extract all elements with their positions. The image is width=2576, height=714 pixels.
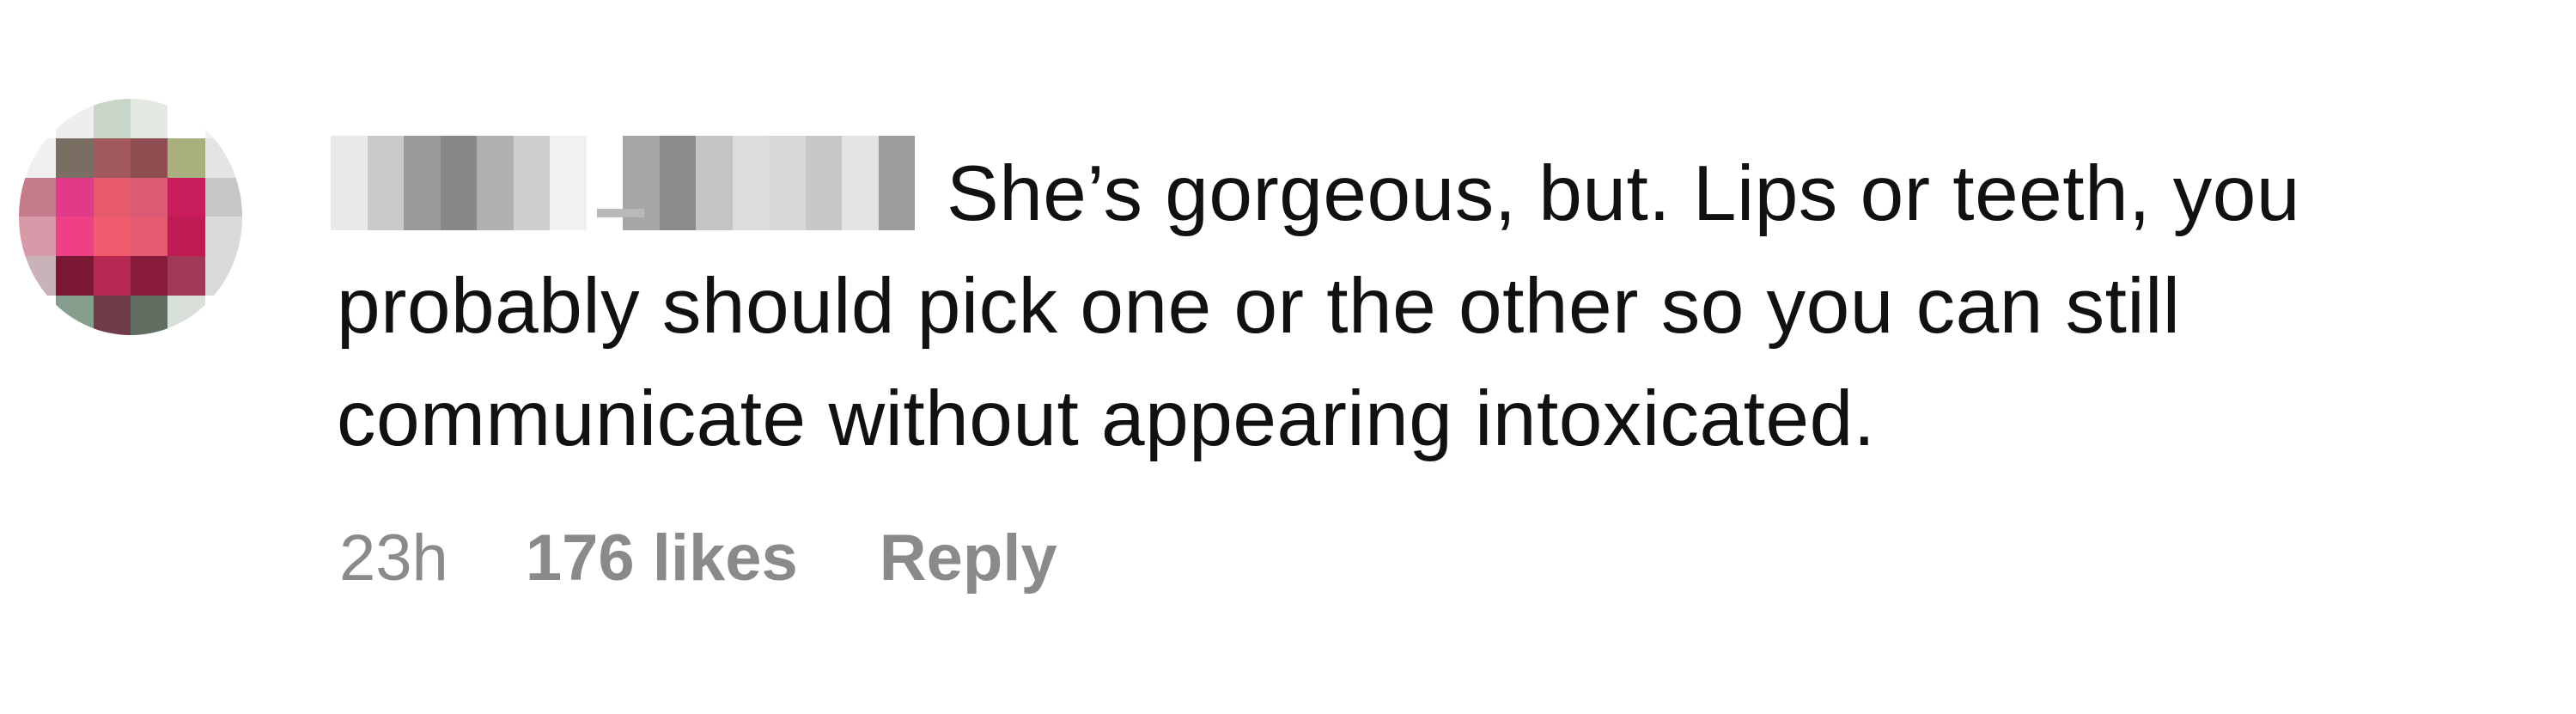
avatar-pixel bbox=[19, 177, 57, 217]
avatar-pixel bbox=[56, 296, 94, 335]
avatar-pixel bbox=[130, 137, 168, 178]
avatar-pixel bbox=[204, 177, 242, 217]
avatar-pixel bbox=[130, 256, 168, 296]
avatar-pixel bbox=[204, 99, 242, 138]
avatar-pixel bbox=[167, 99, 205, 138]
avatar-pixel bbox=[167, 296, 205, 335]
avatar-pixel bbox=[56, 256, 94, 296]
avatar-pixel bbox=[93, 256, 131, 296]
avatar-pixel bbox=[93, 217, 131, 257]
comment-time[interactable]: 23h bbox=[339, 516, 448, 601]
avatar-pixel bbox=[93, 99, 131, 138]
avatar[interactable] bbox=[19, 99, 242, 335]
avatar-pixel bbox=[204, 296, 242, 335]
avatar-pixel bbox=[204, 256, 242, 296]
avatar-pixel bbox=[56, 217, 94, 257]
avatar-pixel bbox=[130, 296, 168, 335]
avatar-pixel bbox=[56, 177, 94, 217]
avatar-pixel bbox=[204, 217, 242, 257]
likes-count[interactable]: 176 likes bbox=[526, 516, 798, 601]
avatar-pixel bbox=[93, 137, 131, 178]
avatar-pixel bbox=[19, 217, 57, 257]
reply-button[interactable]: Reply bbox=[880, 516, 1057, 601]
avatar-pixel bbox=[204, 137, 242, 178]
avatar-pixel bbox=[19, 137, 57, 178]
avatar-pixel bbox=[167, 256, 205, 296]
avatar-pixel bbox=[130, 177, 168, 217]
avatar-pixel bbox=[167, 177, 205, 217]
avatar-pixel bbox=[19, 296, 57, 335]
avatar-pixel bbox=[19, 256, 57, 296]
avatar-pixel bbox=[167, 217, 205, 257]
comment-meta: 23h 176 likes Reply bbox=[339, 516, 1057, 601]
avatar-pixel bbox=[93, 177, 131, 217]
avatar-pixel bbox=[167, 137, 205, 178]
avatar-pixel bbox=[130, 217, 168, 257]
avatar-pixel bbox=[56, 99, 94, 138]
comment: redacted_user She’s gorgeous, but. Lips … bbox=[0, 0, 2576, 714]
avatar-pixel bbox=[93, 296, 131, 335]
avatar-pixel bbox=[19, 99, 57, 138]
avatar-pixel bbox=[130, 99, 168, 138]
comment-text: She’s gorgeous, but. Lips or teeth, you … bbox=[337, 150, 2300, 462]
comment-body: She’s gorgeous, but. Lips or teeth, you … bbox=[337, 137, 2518, 475]
avatar-pixel bbox=[56, 137, 94, 178]
